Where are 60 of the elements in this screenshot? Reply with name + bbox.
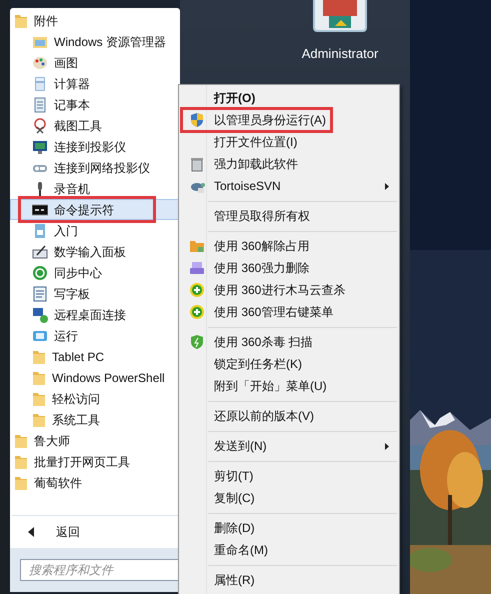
folder-icon [32, 348, 46, 364]
menu-item[interactable]: 发送到(N) [179, 435, 399, 457]
folder-icon [14, 454, 28, 470]
menu-item[interactable]: 强力卸载此软件 [179, 153, 399, 175]
document-icon [32, 222, 48, 238]
menu-item[interactable]: 使用 360杀毒 扫描 [179, 331, 399, 353]
shield-icon [188, 112, 204, 128]
program-item[interactable]: 录音机 [10, 178, 180, 199]
program-item[interactable]: 命令提示符 [10, 199, 180, 220]
program-item[interactable]: 数学输入面板 [10, 241, 180, 262]
folder-icon [32, 390, 46, 406]
menu-item[interactable]: 打开(O) [179, 87, 399, 109]
scissors-icon [32, 118, 48, 134]
menu-item[interactable]: 还原以前的版本(V) [179, 405, 399, 427]
folder-icon [14, 432, 28, 448]
menu-item[interactable]: 使用 360强力删除 [179, 257, 399, 279]
program-item[interactable]: 附件 [10, 10, 180, 31]
folder-icon [32, 412, 46, 428]
menu-item[interactable]: 打开文件位置(I) [179, 131, 399, 153]
trash-icon [188, 156, 204, 172]
submenu-arrow-icon [385, 442, 389, 450]
back-arrow-icon [28, 527, 34, 537]
shredder-icon [188, 260, 204, 276]
calculator-icon [32, 76, 48, 92]
submenu-arrow-icon [385, 182, 389, 190]
plus-icon [188, 304, 204, 320]
menu-item[interactable]: 锁定到任务栏(K) [179, 353, 399, 375]
menu-item[interactable]: 使用 360管理右键菜单 [179, 301, 399, 323]
menu-item[interactable]: 重命名(M) [179, 539, 399, 561]
menu-item[interactable]: 附到「开始」菜单(U) [179, 375, 399, 397]
folder-icon [32, 370, 46, 386]
menu-item[interactable]: 剪切(T) [179, 465, 399, 487]
pen-tablet-icon [32, 244, 48, 260]
menu-item[interactable]: 以管理员身份运行(A) [179, 109, 399, 131]
menu-item[interactable]: 使用 360解除占用 [179, 235, 399, 257]
menu-item[interactable]: 删除(D) [179, 517, 399, 539]
folder-icon [14, 474, 28, 490]
program-item[interactable]: 截图工具 [10, 115, 180, 136]
menu-item[interactable]: 复制(C) [179, 487, 399, 509]
document-icon [32, 286, 48, 302]
program-item[interactable]: Windows 资源管理器 [10, 31, 180, 52]
account-picture-icon [315, 0, 365, 30]
program-item[interactable]: 记事本 [10, 94, 180, 115]
shield-icon [188, 334, 204, 350]
menu-item[interactable]: TortoiseSVN [179, 175, 399, 197]
folder-icon [14, 12, 28, 28]
folder-lock-icon [188, 238, 204, 254]
notepad-icon [32, 96, 48, 112]
program-item[interactable]: 写字板 [10, 283, 180, 304]
remote-desktop-icon [32, 306, 48, 322]
monitor-icon [32, 138, 48, 154]
terminal-icon [32, 202, 48, 218]
back-button[interactable]: 返回 [10, 519, 180, 545]
palette-icon [32, 54, 48, 70]
menu-item[interactable]: 管理员取得所有权 [179, 205, 399, 227]
program-item[interactable]: 画图 [10, 52, 180, 73]
menu-item[interactable]: 使用 360进行木马云查杀 [179, 279, 399, 301]
program-item[interactable]: 远程桌面连接 [10, 304, 180, 325]
user-name: Administrator [302, 45, 378, 63]
plus-icon [188, 282, 204, 298]
